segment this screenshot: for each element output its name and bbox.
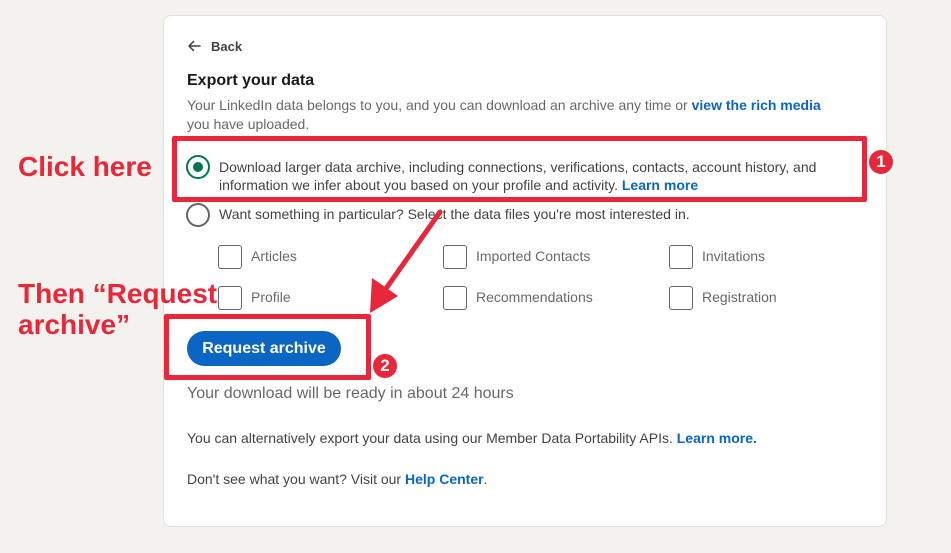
annotation-then-request-line2: archive” — [18, 309, 131, 340]
annotation-badge-2: 2 — [371, 352, 399, 380]
help-text-after: . — [483, 471, 488, 487]
annotation-box-option — [172, 136, 867, 202]
intro-text-before: Your LinkedIn data belongs to you, and y… — [187, 97, 692, 113]
annotation-badge-1: 1 — [867, 148, 895, 176]
checkbox-invitations[interactable] — [669, 245, 693, 269]
annotation-then-request: Then “Request archive” — [18, 278, 217, 340]
annotation-then-request-line1: Then “Request — [18, 278, 218, 309]
back-link[interactable]: Back — [186, 38, 242, 54]
alternative-export-text: You can alternatively export your data u… — [187, 430, 757, 446]
checkbox-recommendations-label: Recommendations — [476, 289, 593, 305]
view-rich-media-link[interactable]: view the rich media — [692, 97, 821, 113]
option-specific-files-label: Want something in particular? Select the… — [219, 206, 690, 222]
checkbox-invitations-label: Invitations — [702, 248, 766, 264]
checkbox-imported-contacts-label: Imported Contacts — [476, 248, 591, 264]
help-text-before: Don't see what you want? Visit our — [187, 471, 405, 487]
alternative-export-label: You can alternatively export your data u… — [187, 430, 677, 446]
checkbox-articles[interactable] — [218, 245, 242, 269]
back-label: Back — [211, 38, 243, 54]
checkbox-profile-label: Profile — [251, 289, 291, 305]
intro-text-after: you have uploaded. — [187, 116, 310, 132]
annotation-click-here: Click here — [18, 151, 152, 182]
checkbox-articles-label: Articles — [251, 248, 297, 264]
radio-specific-files[interactable] — [186, 203, 210, 227]
api-learn-more-link[interactable]: Learn more. — [677, 430, 757, 446]
checkbox-registration-label: Registration — [702, 289, 777, 305]
download-ready-text: Your download will be ready in about 24 … — [187, 385, 514, 402]
arrow-left-icon — [188, 40, 201, 52]
intro-text: Your LinkedIn data belongs to you, and y… — [187, 96, 867, 134]
export-data-card — [163, 15, 887, 527]
page-title: Export your data — [187, 72, 315, 89]
help-center-link[interactable]: Help Center — [405, 471, 484, 487]
checkbox-recommendations[interactable] — [443, 286, 467, 310]
help-center-text: Don't see what you want? Visit our Help … — [187, 471, 487, 487]
checkbox-registration[interactable] — [669, 286, 693, 310]
checkbox-imported-contacts[interactable] — [443, 245, 467, 269]
checkbox-profile[interactable] — [218, 286, 242, 310]
